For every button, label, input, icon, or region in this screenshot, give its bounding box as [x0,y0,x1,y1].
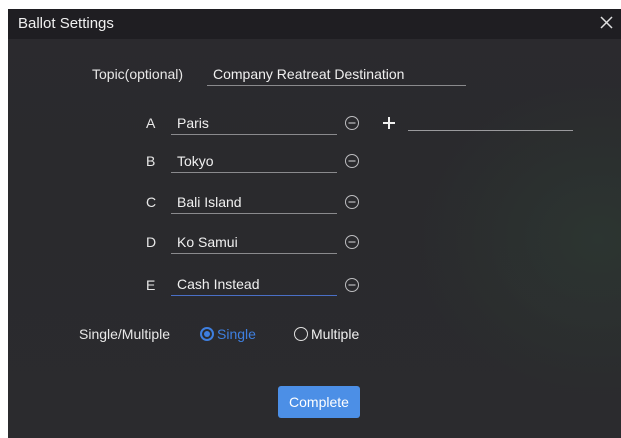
radio-unselected-icon [294,327,308,341]
dialog-title: Ballot Settings [18,15,114,32]
option-letter-c: C [146,194,157,210]
single-radio[interactable]: Single [200,326,256,342]
remove-option-c-icon[interactable] [344,194,360,210]
option-input-a[interactable]: Paris [171,113,337,135]
remove-option-a-icon[interactable] [344,115,360,131]
remove-option-e-icon[interactable] [344,277,360,293]
option-letter-a: A [146,115,156,131]
close-icon [600,16,613,29]
option-letter-e: E [146,277,156,293]
remove-option-d-icon[interactable] [344,234,360,250]
remove-option-b-icon[interactable] [344,153,360,169]
option-input-b[interactable]: Tokyo [171,151,337,173]
single-radio-label: Single [217,326,256,342]
complete-button[interactable]: Complete [278,386,360,418]
option-letter-b: B [146,153,156,169]
option-input-e[interactable]: Cash Instead [171,274,337,296]
topic-label: Topic(optional) [92,66,184,82]
new-option-input[interactable] [408,109,573,131]
radio-selected-icon [200,327,214,341]
mode-label: Single/Multiple [79,326,171,342]
topic-input[interactable]: Company Reatreat Destination [207,64,466,86]
option-input-d[interactable]: Ko Samui [171,232,337,254]
multiple-radio[interactable]: Multiple [294,326,359,342]
option-letter-d: D [146,234,157,250]
ballot-settings-dialog: Ballot Settings Topic(optional) Company … [8,9,621,438]
multiple-radio-label: Multiple [311,326,360,342]
add-option-icon[interactable] [381,115,397,131]
close-button[interactable] [596,11,618,35]
title-bar: Ballot Settings [8,9,621,39]
option-input-c[interactable]: Bali Island [171,192,337,214]
